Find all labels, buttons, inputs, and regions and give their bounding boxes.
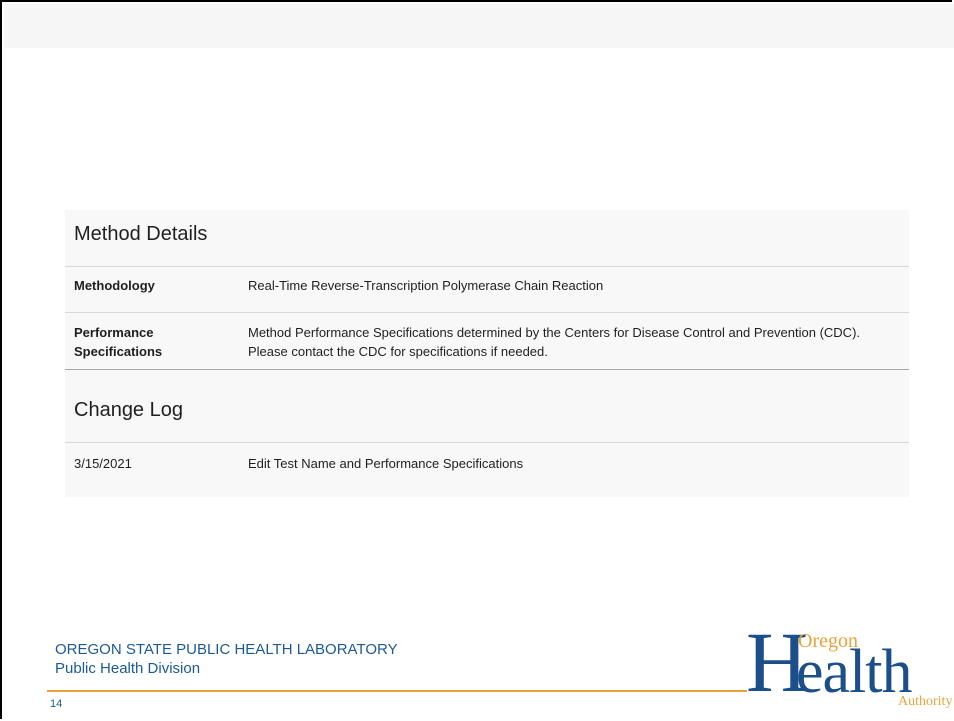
- methodology-value: Real-Time Reverse-Transcription Polymera…: [248, 278, 604, 293]
- footer-organization: OREGON STATE PUBLIC HEALTH LABORATORY: [55, 641, 398, 658]
- logo-health-text: ealth: [796, 638, 912, 706]
- slide: Method Details Methodology Real-Time Rev…: [0, 0, 954, 719]
- divider: [65, 266, 909, 267]
- change-log-description: Edit Test Name and Performance Specifica…: [248, 456, 524, 471]
- divider: [65, 442, 909, 443]
- page-number: 14: [50, 698, 63, 710]
- divider: [65, 369, 909, 370]
- method-details-title: Method Details: [74, 223, 208, 245]
- divider: [65, 312, 909, 313]
- performance-specifications-value: Method Performance Specifications determ…: [248, 325, 861, 359]
- top-band: [4, 4, 954, 48]
- change-log-title: Change Log: [74, 399, 183, 421]
- performance-specifications-label: Performance Specifications: [74, 325, 163, 359]
- footer-rule: [47, 690, 747, 692]
- footer-division: Public Health Division: [55, 660, 201, 677]
- logo-authority-text: Authority: [898, 694, 953, 709]
- oregon-health-authority-logo: H Oregon ealth Authority: [746, 619, 953, 717]
- change-log-date: 3/15/2021: [74, 456, 132, 471]
- methodology-label: Methodology: [74, 278, 155, 293]
